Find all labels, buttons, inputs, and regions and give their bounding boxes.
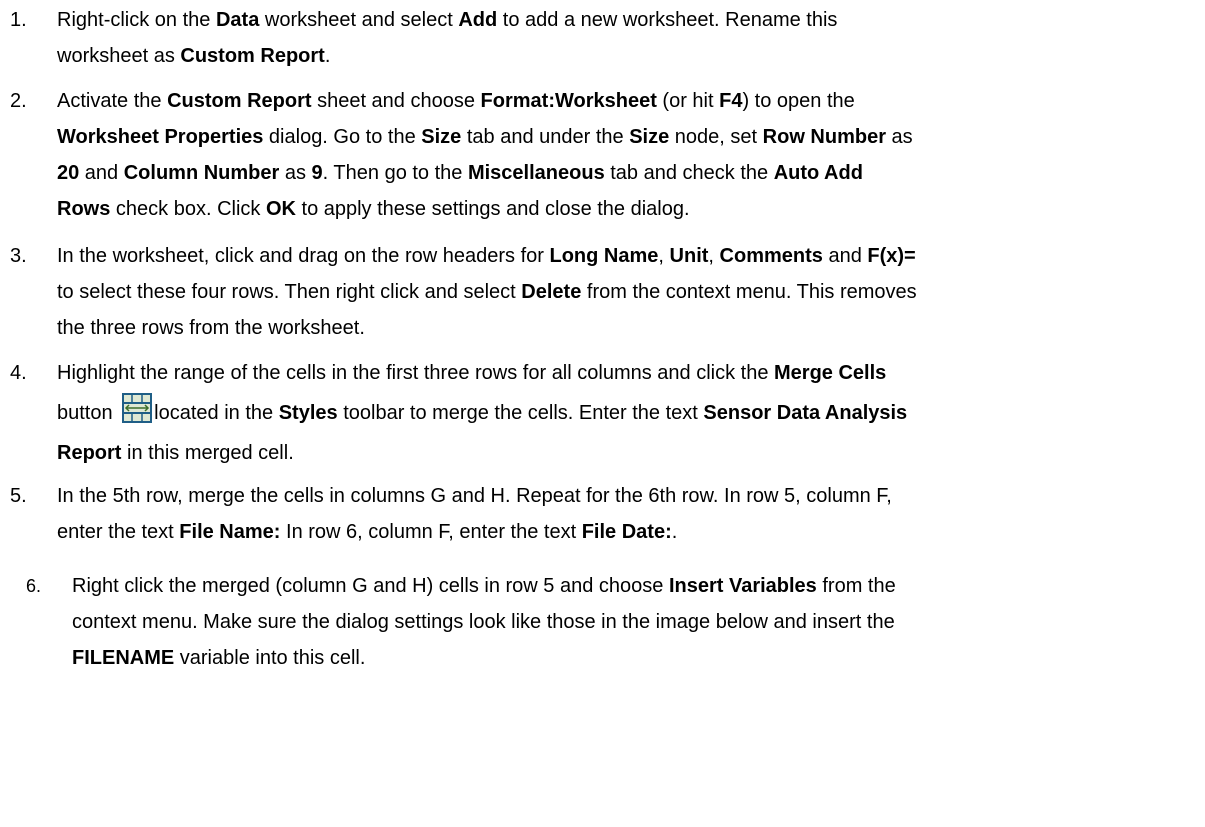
text-run: Rows <box>57 198 111 220</box>
text-run: and <box>822 245 868 267</box>
text-run: from the <box>816 575 896 597</box>
text-run: In the 5th row, merge the cells in colum… <box>57 485 892 507</box>
text-run: Delete <box>521 281 582 303</box>
text-run: worksheet and select <box>259 9 459 31</box>
step-number: 2. <box>10 90 27 112</box>
text-run: Custom Report <box>180 45 325 67</box>
text-run: tab and check the <box>604 162 774 184</box>
text-run: Row Number <box>762 126 886 148</box>
text-run: Data <box>215 9 260 31</box>
text-run: context menu. Make sure the dialog setti… <box>72 611 895 633</box>
text-run: Activate the <box>57 90 168 112</box>
step-text: In the worksheet, click and drag on the … <box>57 238 1190 346</box>
text-run: Report <box>57 442 122 464</box>
step-text: Right click the merged (column G and H) … <box>72 568 1187 676</box>
step-number: 4. <box>10 362 27 384</box>
document: 1. Right-click on the Data worksheet and… <box>0 0 1205 827</box>
text-run: dialog. Go to the <box>263 126 422 148</box>
text-run: ) to open the <box>742 90 855 112</box>
text-run: worksheet as <box>57 45 181 67</box>
text-run: File Name: <box>179 521 281 543</box>
text-run: F(x)= <box>867 245 916 267</box>
text-run: Size <box>629 126 670 148</box>
text-run: and <box>79 162 124 184</box>
text-run: Miscellaneous <box>467 162 605 184</box>
text-run: , <box>708 245 720 267</box>
text-run: Right-click on the <box>57 9 216 31</box>
text-run: check box. Click <box>110 198 266 220</box>
text-run: as <box>279 162 312 184</box>
step-text: Activate the Custom Report sheet and cho… <box>57 83 1190 227</box>
text-run: enter the text <box>57 521 180 543</box>
text-run: variable into this cell. <box>174 647 366 669</box>
text-run: Worksheet Properties <box>57 126 264 148</box>
step-number: 6. <box>26 576 42 596</box>
text-run: Right click the merged (column G and H) … <box>72 575 669 597</box>
step-text: Highlight the range of the cells in the … <box>57 355 1190 471</box>
text-run: Add <box>458 9 498 31</box>
text-run: to apply these settings and close the di… <box>295 198 690 220</box>
step-text: Right-click on the Data worksheet and se… <box>57 2 1190 74</box>
step-number: 5. <box>10 485 27 507</box>
text-run: . <box>324 45 331 67</box>
text-run: Styles <box>278 402 338 424</box>
text-run: In the worksheet, click and drag on the … <box>57 245 550 267</box>
text-run: Comments <box>719 245 823 267</box>
text-run: in this merged cell. <box>121 442 294 464</box>
text-run: Insert Variables <box>668 575 817 597</box>
merge-cells-icon <box>122 393 153 423</box>
step-text: In the 5th row, merge the cells in colum… <box>57 478 1190 550</box>
text-run: toolbar to merge the cells. Enter the te… <box>337 402 704 424</box>
step-number: 1. <box>10 9 27 31</box>
text-run: Highlight the range of the cells in the … <box>57 362 775 384</box>
text-run: OK <box>265 198 296 220</box>
text-run: . <box>671 521 678 543</box>
text-run: Merge Cells <box>774 362 887 384</box>
text-run: Unit <box>669 245 709 267</box>
text-run: sheet and choose <box>311 90 481 112</box>
text-run: Column Number <box>123 162 280 184</box>
text-run: Size <box>421 126 462 148</box>
text-run: . Then go to the <box>322 162 468 184</box>
text-run: to add a new worksheet. Rename this <box>497 9 838 31</box>
text-run: (or hit <box>656 90 720 112</box>
text-run: the three rows from the worksheet. <box>57 317 365 339</box>
text-run: F4 <box>719 90 743 112</box>
text-run: button <box>57 402 119 424</box>
text-run: from the context menu. This removes <box>581 281 917 303</box>
text-run: , <box>658 245 670 267</box>
text-run: as <box>886 126 913 148</box>
text-run: 9 <box>311 162 323 184</box>
text-run: tab and under the <box>461 126 630 148</box>
text-run: Auto Add <box>773 162 863 184</box>
step-number: 3. <box>10 245 27 267</box>
text-run: In row 6, column F, enter the text <box>280 521 582 543</box>
text-run: File Date: <box>581 521 672 543</box>
text-run: 20 <box>57 162 80 184</box>
text-run: to select these four rows. Then right cl… <box>57 281 522 303</box>
text-run: Custom Report <box>167 90 312 112</box>
text-run: Sensor Data Analysis <box>703 402 908 424</box>
text-run: Long Name <box>549 245 659 267</box>
text-run: FILENAME <box>72 647 175 669</box>
text-run: node, set <box>669 126 763 148</box>
text-run: located in the <box>154 402 279 424</box>
text-run: Format:Worksheet <box>480 90 657 112</box>
